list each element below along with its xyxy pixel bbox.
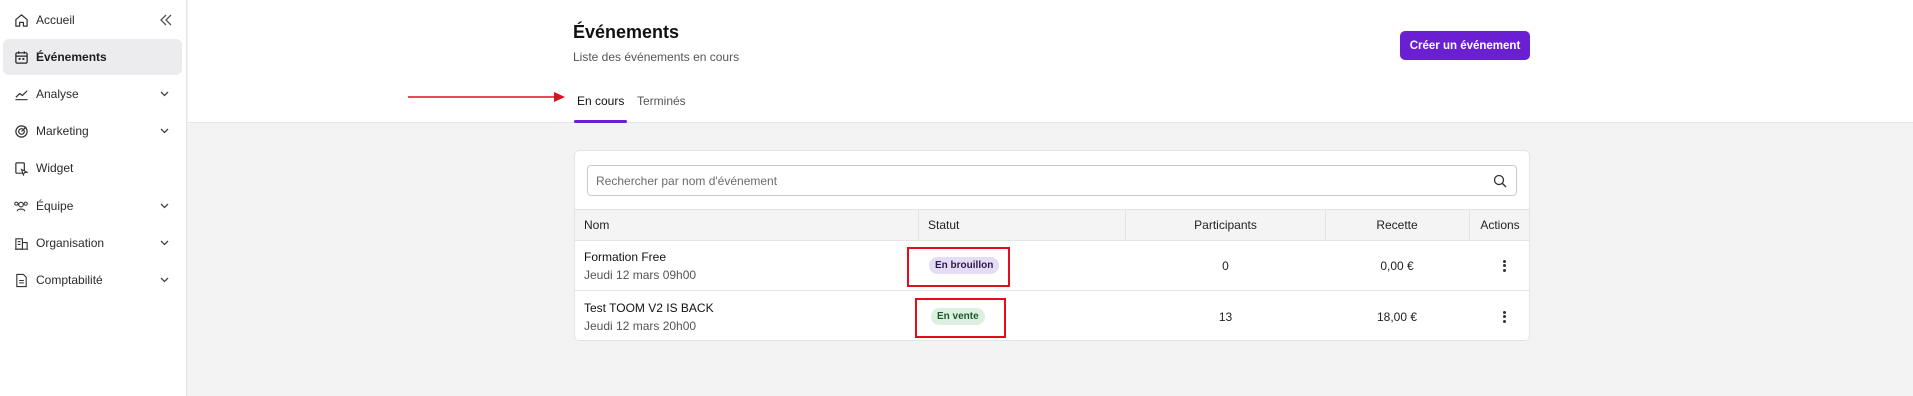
more-actions-icon[interactable] [1501, 258, 1507, 274]
sidebar-item-label: Organisation [36, 236, 105, 250]
sidebar: Accueil Événements Analyse Marketing Wid… [0, 0, 187, 396]
revenue-amount: 0,00 € [1380, 259, 1414, 273]
sidebar-item-comptabilite[interactable]: Comptabilité [3, 262, 182, 298]
search-icon[interactable] [1493, 174, 1507, 188]
chevron-down-icon [157, 199, 171, 213]
column-header-recette[interactable]: Recette [1325, 210, 1469, 240]
sidebar-item-equipe[interactable]: Équipe [3, 188, 182, 224]
participants-count: 13 [1218, 310, 1233, 324]
annotation-arrow [408, 92, 565, 102]
annotation-highlight-box [907, 247, 1010, 287]
sidebar-item-label: Équipe [36, 199, 74, 213]
search-input[interactable] [588, 166, 1516, 195]
chevron-down-icon [157, 87, 171, 101]
sidebar-item-label: Événements [36, 50, 107, 64]
event-date: Jeudi 12 mars 09h00 [584, 268, 697, 282]
active-tab-indicator [574, 120, 627, 123]
chart-line-icon [13, 86, 29, 102]
more-actions-icon[interactable] [1501, 309, 1507, 325]
column-header-statut[interactable]: Statut [928, 210, 959, 240]
revenue-amount: 18,00 € [1376, 310, 1418, 324]
chevron-down-icon [157, 124, 171, 138]
users-icon [13, 198, 29, 214]
tab-termines[interactable]: Terminés [637, 94, 686, 108]
building-icon [13, 235, 29, 251]
target-icon [13, 123, 29, 139]
sidebar-item-label: Marketing [36, 124, 89, 138]
sidebar-item-label: Accueil [36, 13, 75, 27]
page-title: Événements [573, 22, 680, 42]
page-header [188, 0, 1913, 123]
sidebar-item-evenements[interactable]: Événements [3, 39, 182, 75]
annotation-highlight-box [915, 298, 1006, 338]
sidebar-item-analyse[interactable]: Analyse [3, 76, 182, 112]
calendar-icon [13, 49, 29, 65]
column-header-actions: Actions [1480, 218, 1520, 232]
event-name[interactable]: Formation Free [584, 250, 666, 264]
column-divider [918, 210, 919, 240]
table-header: Nom Statut Participants Recette Actions [575, 209, 1529, 241]
tab-en-cours[interactable]: En cours [577, 94, 624, 108]
column-header-nom[interactable]: Nom [584, 210, 609, 240]
event-date: Jeudi 12 mars 20h00 [584, 319, 697, 333]
document-icon [13, 272, 29, 288]
table-row[interactable]: Test TOOM V2 IS BACK Jeudi 12 mars 20h00… [575, 292, 1529, 340]
chevron-down-icon [157, 273, 171, 287]
sidebar-item-label: Widget [36, 161, 74, 175]
events-card: Nom Statut Participants Recette Actions … [574, 150, 1530, 341]
home-icon [13, 12, 29, 28]
sidebar-item-organisation[interactable]: Organisation [3, 225, 182, 261]
table-row[interactable]: Formation Free Jeudi 12 mars 09h00 En br… [575, 241, 1529, 291]
widget-icon [13, 160, 29, 176]
sidebar-item-marketing[interactable]: Marketing [3, 113, 182, 149]
sidebar-item-label: Comptabilité [36, 273, 103, 287]
create-event-button[interactable]: Créer un événement [1400, 31, 1530, 60]
sidebar-item-widget[interactable]: Widget [3, 150, 182, 186]
page-subtitle: Liste des événements en cours [573, 50, 740, 64]
event-name[interactable]: Test TOOM V2 IS BACK [584, 301, 714, 315]
column-header-participants[interactable]: Participants [1125, 210, 1326, 240]
chevron-down-icon [157, 236, 171, 250]
search-box [587, 165, 1517, 196]
participants-count: 0 [1222, 259, 1229, 273]
sidebar-item-label: Analyse [36, 87, 79, 101]
sidebar-item-accueil[interactable]: Accueil [3, 2, 182, 38]
